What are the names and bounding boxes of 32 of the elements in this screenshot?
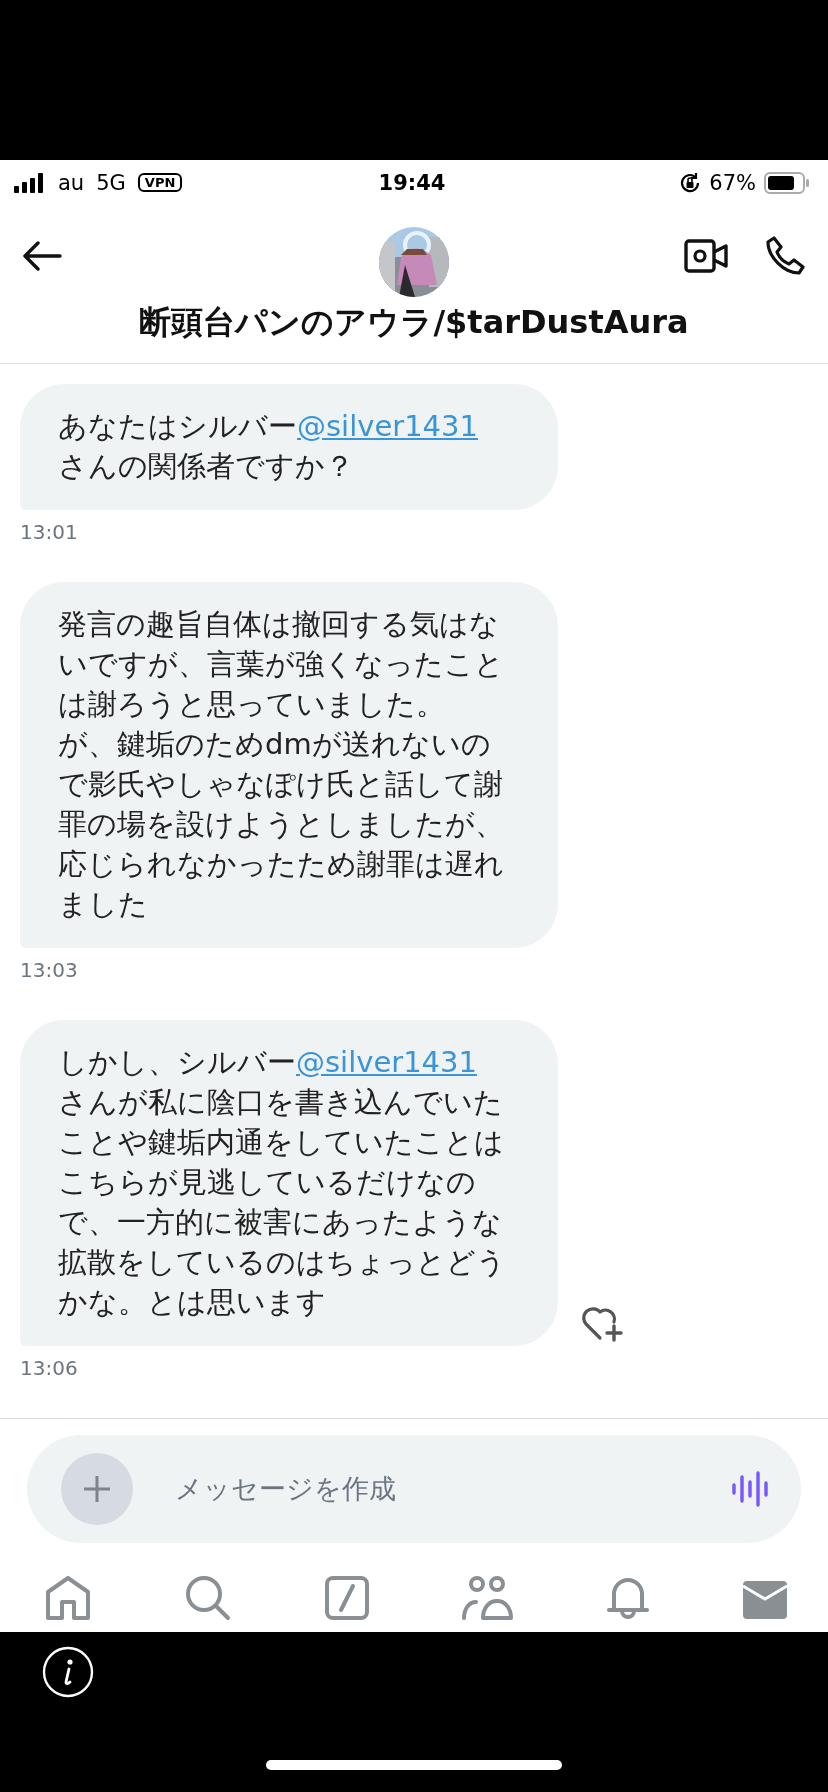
message-time: 13:01 xyxy=(20,520,79,544)
message-time: 13:06 xyxy=(20,1356,79,1380)
signal-icon xyxy=(14,172,46,193)
compose-square-icon xyxy=(324,1575,370,1621)
tab-button[interactable] xyxy=(184,1574,232,1622)
plus-icon xyxy=(82,1474,112,1504)
phone-icon[interactable] xyxy=(764,235,806,277)
tab-button[interactable] xyxy=(324,1575,370,1621)
home-icon xyxy=(44,1574,92,1622)
message-bubble: しかし、シルバー@silver1431 さんが私に陰口を書き込んでいたことや鍵垢内通をしていたことはこちらが見逃しているだけなので、一方的に被害にあったような拡散をしているのはちょっとどうかな。とは思います xyxy=(20,1020,558,1346)
clock-time: 19:44 xyxy=(378,170,446,195)
tab-button[interactable] xyxy=(462,1575,514,1621)
video-camera-icon[interactable] xyxy=(684,239,728,273)
search-icon xyxy=(184,1574,232,1622)
vpn-badge: VPN xyxy=(137,173,183,192)
battery-percent: 67% xyxy=(709,170,756,195)
message-input[interactable]: メッセージを作成 xyxy=(173,1472,691,1506)
battery-icon xyxy=(764,171,810,194)
rotation-lock-icon xyxy=(679,171,702,194)
voice-wave-icon[interactable] xyxy=(731,1469,771,1509)
mention-link[interactable]: @silver1431 xyxy=(297,409,478,443)
network-label: 5G xyxy=(96,170,126,195)
back-arrow-icon[interactable] xyxy=(22,241,62,271)
message-bubble: あなたはシルバー@silver1431 さんの関係者ですか？ xyxy=(20,384,558,510)
carrier-label: au xyxy=(58,170,85,195)
mention-link[interactable]: @silver1431 xyxy=(296,1045,477,1079)
message-time: 13:03 xyxy=(20,958,79,982)
tab-button[interactable] xyxy=(44,1574,92,1622)
info-icon[interactable] xyxy=(42,1646,94,1698)
message-bubble: 発言の趣旨自体は撤回する気はないですが、言葉が強くなったことは謝ろうと思っていました。 が、鍵垢のためdmが送れないので影氏やしゃなぽけ氏と話して謝罪の場を設けようとしましたが、応じられなかったため謝罪は遅れました xyxy=(20,582,558,948)
people-icon xyxy=(462,1575,514,1621)
conversation-title: 断頭台パンのアウラ/$tarDustAura xyxy=(139,302,689,343)
